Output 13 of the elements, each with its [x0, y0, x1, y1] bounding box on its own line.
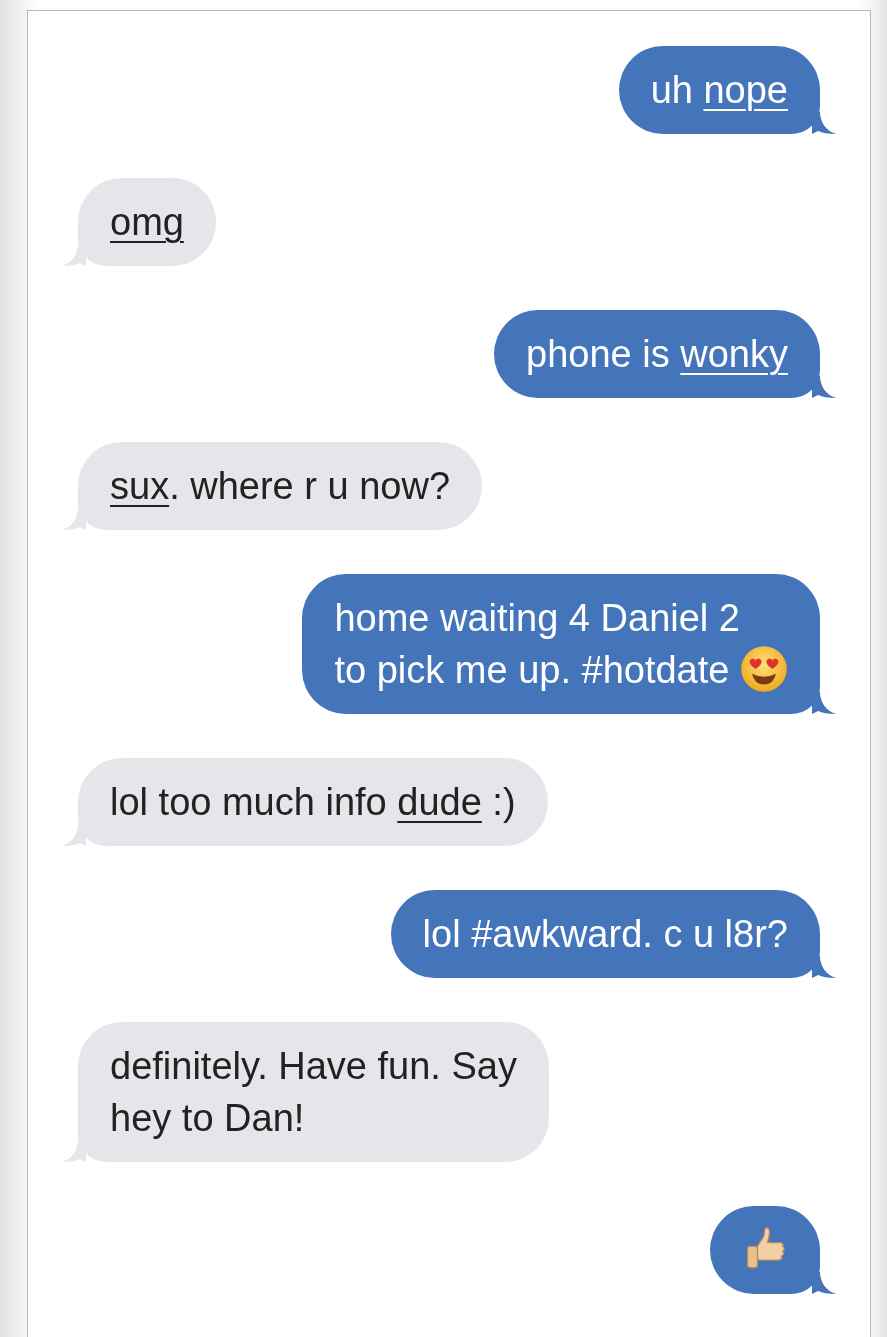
message-text: home waiting 4 Daniel 2 to pick me up. #hotdate: [334, 592, 788, 696]
message-text: definitely. Have fun. Say hey to Dan!: [110, 1044, 517, 1141]
message-text: lol too much info dude :): [110, 780, 516, 825]
message-text: sux. where r u now?: [110, 464, 451, 509]
message-text: uh nope: [650, 68, 788, 113]
link[interactable]: dude: [397, 781, 482, 823]
message-text: phone is wonky: [526, 332, 788, 377]
link[interactable]: wonky: [680, 333, 788, 375]
link[interactable]: nope: [703, 69, 788, 111]
message-text: lol #awkward. c u l8r?: [422, 912, 788, 957]
heart-eyes-emoji-icon: [740, 645, 788, 693]
link[interactable]: omg: [110, 201, 184, 243]
link[interactable]: sux: [110, 465, 170, 507]
